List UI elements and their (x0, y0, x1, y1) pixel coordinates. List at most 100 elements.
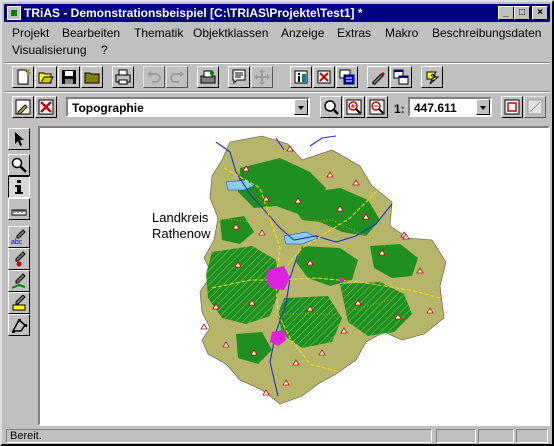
svg-text:abc: abc (11, 239, 23, 245)
view-select[interactable]: Topographie (66, 97, 310, 117)
application-window: TRiAS - Demonstrationsbeispiel [C:\TRIAS… (0, 0, 554, 446)
menu-help[interactable]: ? (101, 43, 108, 57)
map-view[interactable]: Landkreis Rathenow (38, 126, 550, 426)
edit-pen-icon (372, 72, 385, 85)
line-tool[interactable] (8, 270, 30, 292)
folder-icon (84, 72, 100, 84)
arrow-icon (15, 132, 24, 146)
info-icon (15, 180, 23, 194)
measure-tool[interactable] (8, 198, 30, 220)
object-list-icon (339, 69, 355, 85)
redo-button[interactable] (166, 66, 188, 88)
open-button[interactable] (35, 66, 57, 88)
new-button[interactable] (12, 66, 34, 88)
edit-pen-button[interactable] (367, 66, 389, 88)
view-select-value: Topographie (72, 101, 144, 115)
save-button[interactable] (58, 66, 80, 88)
zoom-out-icon (369, 99, 385, 115)
chevron-down-icon[interactable] (476, 99, 490, 115)
scale-select[interactable]: 447.611 (408, 97, 492, 117)
full-view-button[interactable] (501, 96, 523, 118)
notes-icon (232, 69, 246, 85)
save-icon (62, 70, 76, 84)
toolbar-separator-2 (4, 91, 550, 93)
zoom-out-button[interactable] (366, 96, 388, 118)
redo-icon (170, 71, 184, 83)
status-bar: Bereit. (4, 428, 550, 444)
toolbar-separator (4, 62, 550, 64)
close-button[interactable]: × (532, 6, 548, 20)
move-icon (254, 69, 270, 85)
polygon-icon (11, 318, 27, 333)
scale-prefix: 1: (394, 102, 405, 116)
menu-extras[interactable]: Extras (337, 26, 371, 40)
map-canvas[interactable] (40, 128, 548, 424)
text-tool[interactable]: abc (8, 226, 30, 248)
zoom-icon (11, 157, 27, 173)
help-button[interactable]: ? (421, 66, 443, 88)
status-pane-3 (516, 429, 548, 443)
zoom-button[interactable] (320, 96, 342, 118)
info-tool[interactable] (8, 176, 30, 198)
windows-icon (393, 69, 409, 85)
print-button[interactable] (112, 66, 134, 88)
view-delete-button[interactable] (35, 96, 57, 118)
menu-beschreibungsdaten[interactable]: Beschreibungsdaten (432, 26, 541, 40)
tool-palette: abc (6, 128, 34, 428)
windows-button[interactable] (390, 66, 412, 88)
window-title: TRiAS - Demonstrationsbeispiel [C:\TRIAS… (24, 6, 363, 20)
full-view-icon (504, 99, 520, 115)
open-icon (38, 72, 54, 84)
zoom-in-button[interactable] (343, 96, 365, 118)
polygon-tool[interactable] (8, 314, 30, 336)
menu-projekt[interactable]: Projekt (12, 26, 49, 40)
menu-thematik[interactable]: Thematik (134, 26, 183, 40)
zoom-tool[interactable] (8, 154, 30, 176)
menu-visualisierung[interactable]: Visualisierung (12, 43, 87, 57)
maximize-button[interactable]: □ (514, 6, 530, 20)
menu-anzeige[interactable]: Anzeige (281, 26, 324, 40)
view-pen-icon (15, 99, 31, 115)
previous-view-icon (527, 99, 543, 115)
map-label-line2: Rathenow (152, 226, 211, 241)
print-icon (115, 69, 131, 85)
line-pen-icon (11, 273, 26, 289)
delete-object-icon (317, 70, 331, 84)
scale-select-value: 447.611 (414, 101, 457, 115)
move-button[interactable] (251, 66, 273, 88)
point-pen-icon (15, 251, 26, 267)
title-bar[interactable]: TRiAS - Demonstrationsbeispiel [C:\TRIAS… (4, 4, 550, 22)
select-tool[interactable] (8, 128, 30, 150)
notes-button[interactable] (228, 66, 250, 88)
app-icon[interactable] (7, 6, 21, 20)
minimize-button[interactable]: _ (498, 6, 514, 20)
status-pane-1 (436, 429, 476, 443)
area-tool[interactable] (8, 292, 30, 314)
status-text: Bereit. (6, 429, 432, 443)
zoom-icon (324, 100, 339, 115)
menu-bearbeiten[interactable]: Bearbeiten (62, 26, 120, 40)
properties-icon (200, 70, 216, 84)
undo-icon (147, 71, 161, 83)
delete-object-button[interactable] (313, 66, 335, 88)
ruler-icon (11, 209, 27, 216)
object-info-button[interactable] (290, 66, 312, 88)
svg-text:?: ? (430, 73, 436, 84)
previous-view-button[interactable] (524, 96, 546, 118)
point-tool[interactable] (8, 248, 30, 270)
chevron-down-icon[interactable] (294, 99, 308, 115)
object-list-button[interactable] (336, 66, 358, 88)
help-icon: ? (426, 71, 440, 85)
status-pane-2 (478, 429, 514, 443)
view-delete-icon (38, 99, 54, 115)
map-label: Landkreis Rathenow (152, 210, 211, 242)
folder-button[interactable] (81, 66, 103, 88)
menu-makro[interactable]: Makro (385, 26, 418, 40)
menu-objektklassen[interactable]: Objektklassen (193, 26, 268, 40)
area-pen-icon (12, 295, 26, 311)
zoom-in-icon (346, 99, 362, 115)
view-edit-button[interactable] (12, 96, 34, 118)
new-icon (17, 69, 31, 85)
undo-button[interactable] (143, 66, 165, 88)
properties-button[interactable] (197, 66, 219, 88)
